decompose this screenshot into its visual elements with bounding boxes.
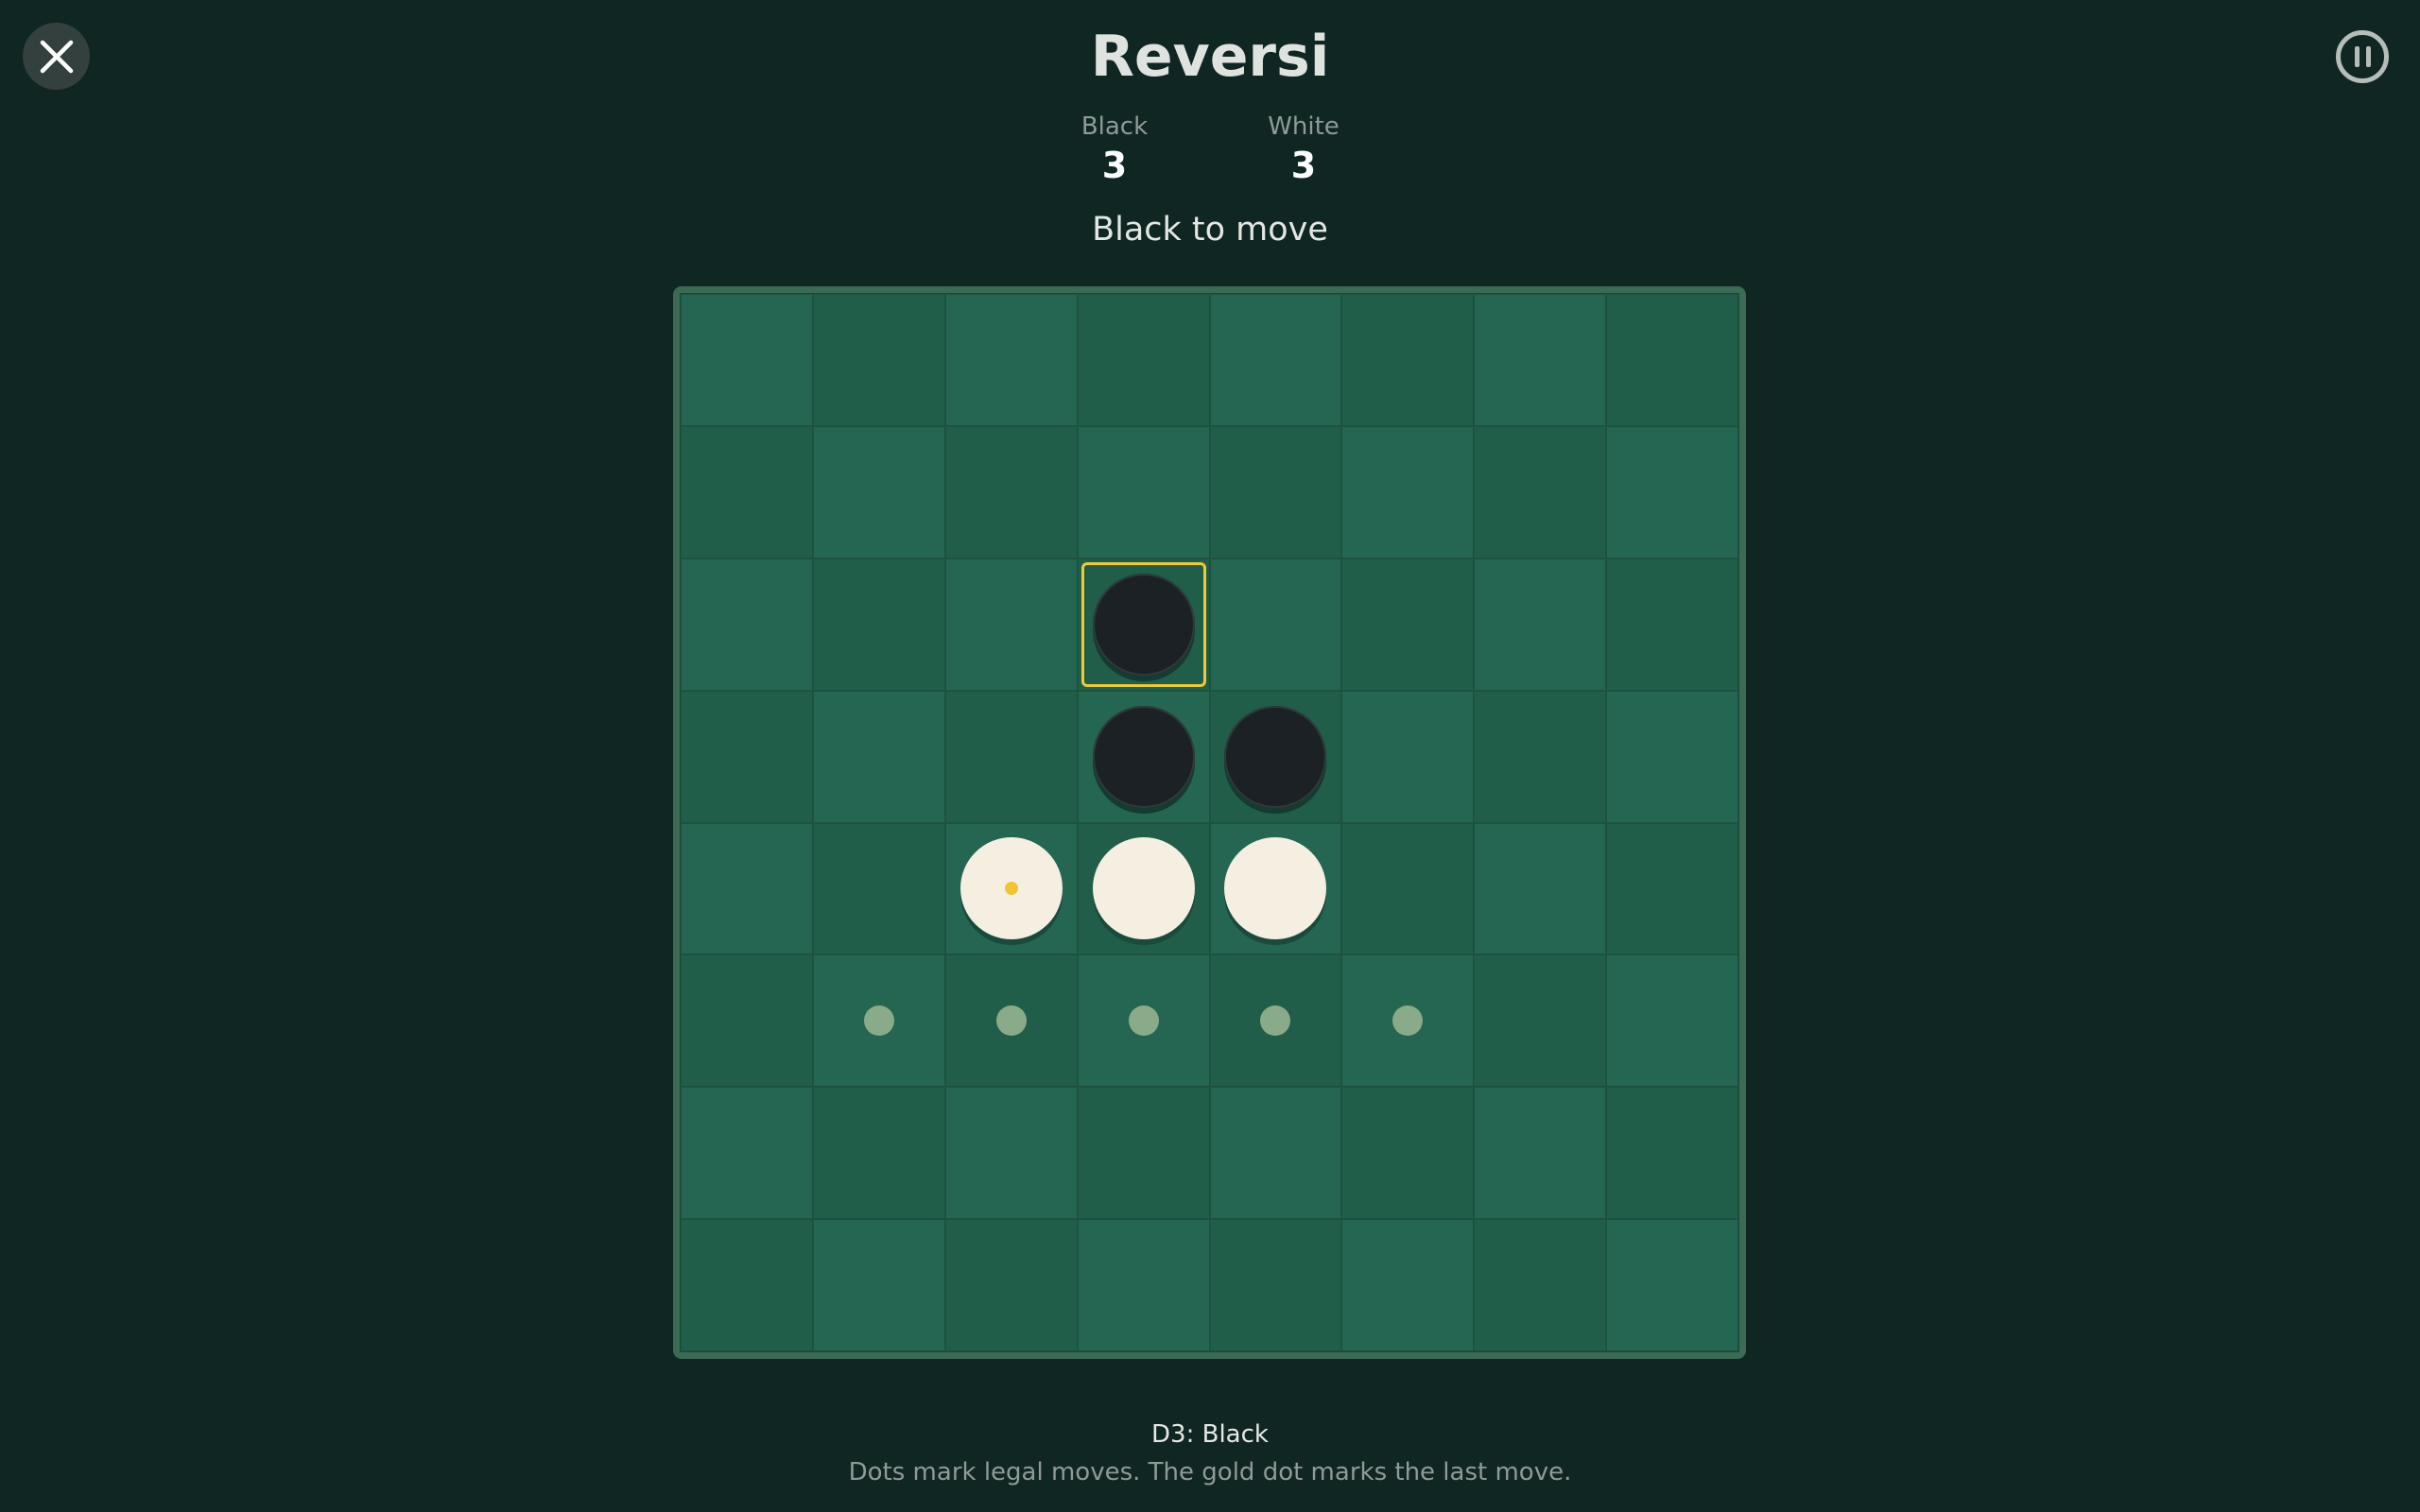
board-cell-H7[interactable]: [1606, 1087, 1738, 1220]
black-disc: [1092, 705, 1195, 808]
board-cell-F8[interactable]: [1341, 1219, 1475, 1351]
board-cell-E4[interactable]: [1209, 690, 1342, 823]
legal-move-dot: [1392, 1005, 1424, 1037]
score-value-black: 3: [1101, 145, 1128, 186]
board-cell-F5[interactable]: [1341, 822, 1475, 955]
black-disc: [1224, 705, 1327, 808]
board-cell-B7[interactable]: [812, 1087, 945, 1220]
board-cell-C3[interactable]: [944, 558, 1078, 691]
board-cell-A4[interactable]: [681, 690, 813, 823]
last-move-text: D3: Black: [1151, 1420, 1269, 1449]
board-cell-E6[interactable]: [1209, 954, 1342, 1088]
board-cell-G8[interactable]: [1474, 1219, 1607, 1351]
white-disc: [1224, 837, 1327, 940]
black-disc: [1092, 573, 1195, 676]
board-cell-B5[interactable]: [812, 822, 945, 955]
board-grid: [680, 293, 1739, 1352]
board-cell-A5[interactable]: [681, 822, 813, 955]
board-cell-G4[interactable]: [1474, 690, 1607, 823]
board-cell-D4[interactable]: [1077, 690, 1210, 823]
board-cell-F4[interactable]: [1341, 690, 1475, 823]
board-cell-G3[interactable]: [1474, 558, 1607, 691]
game-board: [673, 286, 1746, 1359]
board-cell-A1[interactable]: [681, 294, 813, 426]
board-cell-A2[interactable]: [681, 425, 813, 558]
board-cell-C7[interactable]: [944, 1087, 1078, 1220]
board-cell-B4[interactable]: [812, 690, 945, 823]
board-cell-D7[interactable]: [1077, 1087, 1210, 1220]
board-cell-G7[interactable]: [1474, 1087, 1607, 1220]
game-title: Reversi: [1090, 24, 1330, 90]
board-cell-B1[interactable]: [812, 294, 945, 426]
board-cell-A7[interactable]: [681, 1087, 813, 1220]
board-cell-C6[interactable]: [944, 954, 1078, 1088]
board-cell-E8[interactable]: [1209, 1219, 1342, 1351]
board-cell-B8[interactable]: [812, 1219, 945, 1351]
board-cell-G1[interactable]: [1474, 294, 1607, 426]
score-value-white: 3: [1290, 145, 1317, 186]
legal-move-dot: [1128, 1005, 1159, 1037]
board-cell-C5[interactable]: [944, 822, 1078, 955]
legend-note: Dots mark legal moves. The gold dot mark…: [848, 1458, 1572, 1486]
board-cell-C2[interactable]: [944, 425, 1078, 558]
board-cell-F7[interactable]: [1341, 1087, 1475, 1220]
board-cell-F1[interactable]: [1341, 294, 1475, 426]
white-disc: [959, 837, 1063, 940]
board-cell-F6[interactable]: [1341, 954, 1475, 1088]
board-cell-D6[interactable]: [1077, 954, 1210, 1088]
legal-move-dot: [1260, 1005, 1291, 1037]
board-cell-F2[interactable]: [1341, 425, 1475, 558]
legal-move-dot: [863, 1005, 894, 1037]
board-cell-H1[interactable]: [1606, 294, 1738, 426]
board-cell-A3[interactable]: [681, 558, 813, 691]
board-cell-B6[interactable]: [812, 954, 945, 1088]
board-cell-B3[interactable]: [812, 558, 945, 691]
score-label-black: Black: [1080, 112, 1149, 141]
board-cell-H6[interactable]: [1606, 954, 1738, 1088]
board-cell-C8[interactable]: [944, 1219, 1078, 1351]
score-black: Black 3: [1039, 110, 1190, 187]
board-cell-D3[interactable]: [1077, 558, 1210, 691]
board-cell-C4[interactable]: [944, 690, 1078, 823]
board-cell-E2[interactable]: [1209, 425, 1342, 558]
board-cell-H3[interactable]: [1606, 558, 1738, 691]
board-cell-A8[interactable]: [681, 1219, 813, 1351]
board-cell-F3[interactable]: [1341, 558, 1475, 691]
board-cell-C1[interactable]: [944, 294, 1078, 426]
board-cell-D5[interactable]: [1077, 822, 1210, 955]
board-cell-E7[interactable]: [1209, 1087, 1342, 1220]
score-label-white: White: [1268, 112, 1340, 141]
board-cell-E1[interactable]: [1209, 294, 1342, 426]
board-cell-D8[interactable]: [1077, 1219, 1210, 1351]
score-white: White 3: [1228, 110, 1379, 187]
board-cell-H4[interactable]: [1606, 690, 1738, 823]
white-disc: [1092, 837, 1195, 940]
board-cell-E5[interactable]: [1209, 822, 1342, 955]
board-cell-H8[interactable]: [1606, 1219, 1738, 1351]
board-cell-A6[interactable]: [681, 954, 813, 1088]
board-cell-B2[interactable]: [812, 425, 945, 558]
board-cell-D2[interactable]: [1077, 425, 1210, 558]
board-cell-G5[interactable]: [1474, 822, 1607, 955]
legal-move-dot: [995, 1005, 1027, 1037]
gold-dot-marker: [1004, 882, 1018, 896]
board-cell-D1[interactable]: [1077, 294, 1210, 426]
turn-status: Black to move: [1092, 211, 1328, 249]
board-cell-H5[interactable]: [1606, 822, 1738, 955]
board-cell-H2[interactable]: [1606, 425, 1738, 558]
board-cell-E3[interactable]: [1209, 558, 1342, 691]
board-cell-G2[interactable]: [1474, 425, 1607, 558]
board-cell-G6[interactable]: [1474, 954, 1607, 1088]
